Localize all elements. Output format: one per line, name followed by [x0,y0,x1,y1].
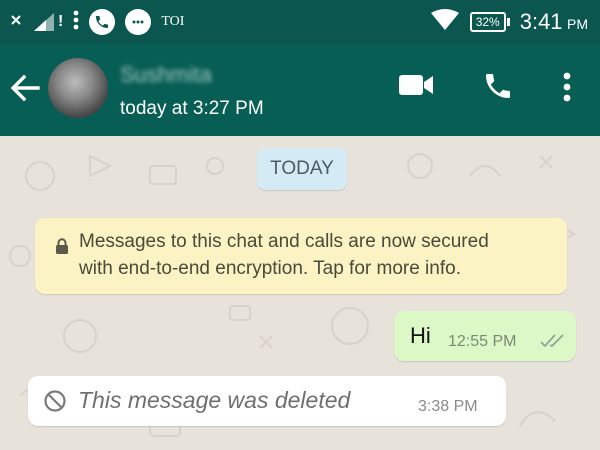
contact-name[interactable]: Sushmita [120,62,212,88]
date-separator: TODAY [257,148,347,190]
message-time: 3:38 PM [418,398,478,415]
status-bar: ! TOI 32% 3:41 PM [0,0,600,44]
more-vert-icon [73,9,79,36]
battery-cap [506,18,510,26]
status-time: 3:41 PM [520,9,588,35]
double-check-icon [540,333,566,354]
message-time: 12:55 PM [448,333,517,350]
message-text: This message was deleted [78,387,351,413]
encryption-notice-line2: with end-to-end encryption. Tap for more… [79,258,461,279]
conversation-area[interactable]: TODAY Messages to this chat and calls ar… [0,136,600,450]
chat-header: Sushmita today at 3:27 PM [0,44,600,136]
message-text: Hi [410,323,431,348]
outgoing-message[interactable]: Hi 12:55 PM [394,311,576,361]
carrier-label: TOI [161,14,185,29]
wifi-icon [430,8,460,36]
battery-percent: 32% [469,12,506,32]
back-arrow-icon[interactable] [10,74,40,107]
encryption-notice[interactable]: Messages to this chat and calls are now … [35,218,567,294]
voice-call-icon[interactable] [482,70,514,107]
phone-icon [89,9,116,35]
signal-icon: ! [32,11,63,33]
chat-bubble-icon [125,9,152,35]
encryption-notice-line1: Messages to this chat and calls are now … [79,231,489,252]
status-time-main: 3:41 [519,9,563,34]
incoming-message[interactable]: This message was deleted 3:38 PM [28,376,506,426]
status-bar-right: 32% 3:41 PM [430,0,588,44]
avatar[interactable] [48,58,108,118]
battery-icon: 32% [469,12,510,32]
lock-icon [55,235,69,262]
signal-marker: ! [58,13,64,30]
last-seen-status: today at 3:27 PM [120,98,264,119]
status-bar-left: ! TOI [10,0,184,44]
more-vert-icon[interactable] [562,70,572,109]
blocked-icon [43,389,67,418]
close-icon [10,13,22,31]
video-call-icon[interactable] [398,72,434,103]
status-time-suffix: PM [567,16,588,32]
